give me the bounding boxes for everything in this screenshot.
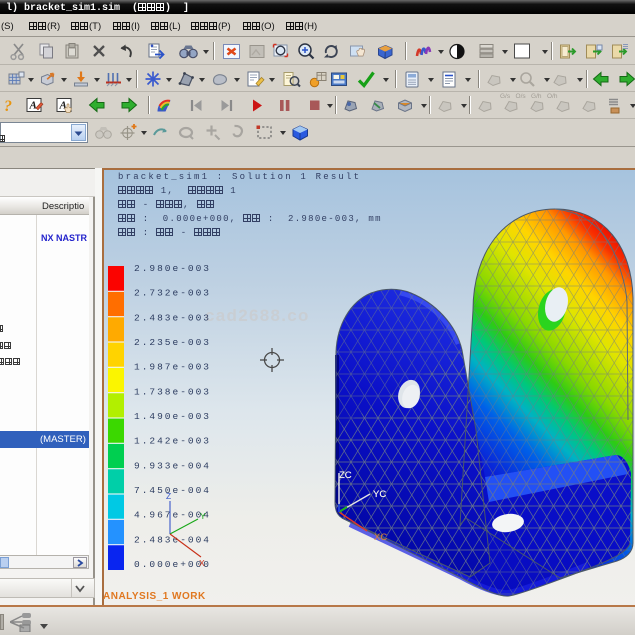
svg-text:1.242e-003: 1.242e-003: [134, 436, 211, 447]
svg-text:9.933e-004: 9.933e-004: [134, 460, 211, 471]
svg-text:2.732e-003: 2.732e-003: [134, 288, 211, 299]
svg-text:2.235e-003: 2.235e-003: [134, 337, 211, 348]
svg-text:XC: XC: [374, 532, 387, 543]
svg-text:1.738e-003: 1.738e-003: [134, 386, 211, 397]
svg-text:YC: YC: [373, 489, 386, 500]
svg-text:2.483e-003: 2.483e-003: [134, 312, 211, 323]
svg-text:Z: Z: [166, 491, 171, 501]
svg-text:A: A: [29, 100, 37, 112]
svg-text:X: X: [199, 558, 205, 568]
svg-text:7.450e-004: 7.450e-004: [134, 485, 211, 496]
svg-text:2.980e-003: 2.980e-003: [134, 263, 211, 274]
svg-text:Y: Y: [200, 511, 206, 521]
svg-text:?: ?: [4, 98, 12, 115]
svg-text:ZC: ZC: [339, 470, 352, 481]
svg-text:1.987e-003: 1.987e-003: [134, 362, 211, 373]
svg-text:1.490e-003: 1.490e-003: [134, 411, 211, 422]
